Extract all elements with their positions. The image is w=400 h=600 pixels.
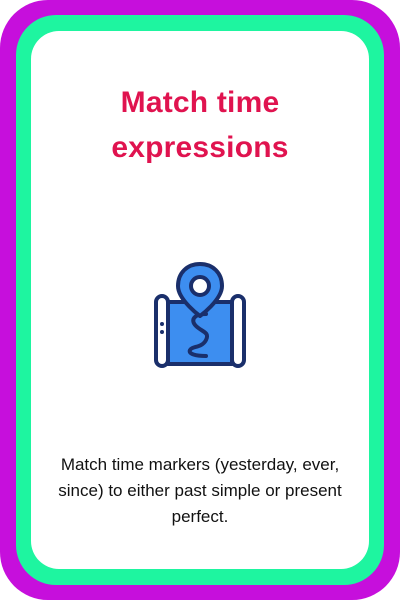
card-title-line-2: expressions (111, 131, 289, 164)
map-pin-route-icon (150, 260, 250, 372)
card-title-line-1: Match time (120, 86, 280, 119)
map-pin-route-icon-svg (154, 262, 246, 368)
card-description: Match time markers (yesterday, ever, sin… (58, 455, 342, 526)
card-title: Match time expressions (0, 80, 400, 170)
